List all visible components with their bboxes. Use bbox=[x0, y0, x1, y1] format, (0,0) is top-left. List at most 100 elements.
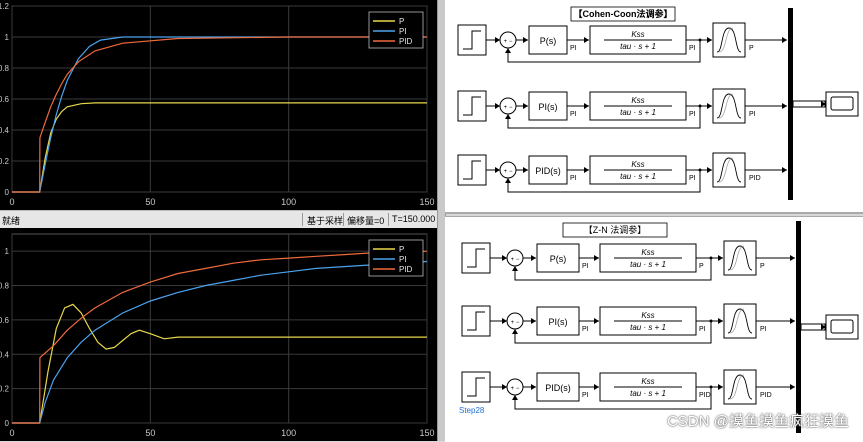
plant-numerator: Kss bbox=[631, 160, 644, 169]
y-tick-label: 0.8 bbox=[0, 64, 10, 73]
controller-label: P(s) bbox=[550, 254, 567, 264]
sum-signs: + − bbox=[504, 39, 513, 45]
x-tick-label: 100 bbox=[281, 428, 296, 438]
arrow-head bbox=[790, 384, 795, 390]
x-tick-label: 0 bbox=[9, 428, 14, 438]
arrow-head bbox=[782, 37, 787, 43]
arrow-head bbox=[502, 318, 507, 324]
feedback-arrow bbox=[512, 395, 518, 400]
plant-output-label: PI bbox=[699, 326, 706, 333]
plant-numerator: Kss bbox=[641, 377, 654, 386]
arrow-head bbox=[594, 384, 599, 390]
x-tick-label: 150 bbox=[419, 197, 434, 207]
simulink-model-zn[interactable]: 【Z-N 法调参】 + − P(s) PI Kss tau · s + 1 P P + − PI(… bbox=[445, 216, 863, 442]
x-tick-label: 0 bbox=[9, 197, 14, 207]
arrow-head bbox=[584, 37, 589, 43]
arrow-head bbox=[531, 255, 536, 261]
controller-label: PID(s) bbox=[535, 166, 561, 176]
plant-numerator: Kss bbox=[631, 96, 644, 105]
y-tick-label: 0.2 bbox=[0, 385, 10, 394]
arrow-head bbox=[495, 167, 500, 173]
feedback-arrow bbox=[505, 114, 511, 119]
delay-output-label: PI bbox=[749, 111, 756, 118]
y-tick-label: 1 bbox=[5, 33, 10, 42]
x-tick-label: 100 bbox=[281, 197, 296, 207]
y-tick-label: 1 bbox=[5, 247, 10, 256]
delay-output-label: P bbox=[749, 45, 754, 52]
controller-label: PI(s) bbox=[539, 102, 558, 112]
controller-output-label: PI bbox=[582, 326, 589, 333]
plant-denominator: tau · s + 1 bbox=[630, 323, 666, 332]
step-block-name: Step28 bbox=[459, 406, 485, 415]
arrow-head bbox=[718, 318, 723, 324]
arrow-head bbox=[707, 103, 712, 109]
y-tick-label: 0.4 bbox=[0, 126, 10, 135]
sum-signs: + − bbox=[511, 257, 520, 263]
arrow-head bbox=[584, 167, 589, 173]
sum-signs: + − bbox=[511, 386, 520, 392]
chart-zn: 0 50 100 150 0 0.2 0.4 0.6 0.8 1 PPIPID bbox=[0, 233, 435, 438]
y-tick-label: 0.6 bbox=[0, 316, 10, 325]
legend-label-pi: PI bbox=[399, 27, 407, 36]
branch-point bbox=[709, 319, 713, 323]
arrow-head bbox=[502, 255, 507, 261]
feedback-arrow bbox=[512, 329, 518, 334]
status-sample-mode: 基于采样 bbox=[307, 216, 344, 226]
scope-status-bar: 就绪 基于采样 偏移量=0 T=150.000 bbox=[0, 210, 437, 230]
y-tick-label: 0 bbox=[5, 419, 10, 428]
x-tick-label: 50 bbox=[145, 428, 155, 438]
controller-label: PID(s) bbox=[545, 383, 571, 393]
y-tick-label: 0.8 bbox=[0, 282, 10, 291]
branch-point bbox=[709, 256, 713, 260]
arrow-head bbox=[531, 318, 536, 324]
diagram-title: 【Cohen-Coon法调参】 bbox=[574, 8, 673, 19]
arrow-head bbox=[782, 167, 787, 173]
arrow-head bbox=[584, 103, 589, 109]
controller-output-label: PI bbox=[582, 392, 589, 399]
y-tick-label: 0 bbox=[5, 188, 10, 197]
status-time: T=150.000 bbox=[392, 214, 436, 224]
plot-frame bbox=[11, 233, 428, 424]
scope-plot-top[interactable]: 0 50 100 150 0 0.2 0.4 0.6 0.8 1 1.2 P PI PID bbox=[0, 0, 437, 210]
series-line-pid bbox=[12, 36, 427, 193]
series-line-pi bbox=[12, 36, 427, 193]
controller-output-label: PI bbox=[582, 263, 589, 270]
arrow-head bbox=[790, 318, 795, 324]
delay-output-label: PID bbox=[760, 392, 772, 399]
plant-denominator: tau · s + 1 bbox=[620, 42, 656, 51]
arrow-head bbox=[523, 167, 528, 173]
controller-label: PI(s) bbox=[549, 317, 568, 327]
plant-output-label: PI bbox=[689, 45, 696, 52]
block-diagram-zn: 【Z-N 法调参】 + − P(s) PI Kss tau · s + 1 P P + − PI(… bbox=[459, 221, 859, 433]
arrow-head bbox=[523, 103, 528, 109]
plant-output-label: PI bbox=[689, 111, 696, 118]
series-line-p bbox=[12, 102, 427, 193]
controller-output-label: PI bbox=[570, 111, 577, 118]
simulink-model-cohen-coon[interactable]: 【Cohen-Coon法调参】 + − P(s) PI Kss tau · s + 1 PI… bbox=[445, 0, 863, 214]
sum-signs: + − bbox=[504, 169, 513, 175]
branch-point bbox=[709, 385, 713, 389]
legend-box bbox=[368, 11, 424, 49]
mux-output-bus bbox=[792, 100, 826, 108]
plant-denominator: tau · s + 1 bbox=[620, 172, 656, 181]
legend-label-pid: PID bbox=[399, 37, 413, 46]
y-tick-label: 0.4 bbox=[0, 350, 10, 359]
y-tick-label: 0.2 bbox=[0, 157, 10, 166]
sum-signs: + − bbox=[511, 320, 520, 326]
plant-numerator: Kss bbox=[641, 248, 654, 257]
legend-box bbox=[368, 239, 424, 277]
y-tick-label: 1.2 bbox=[0, 2, 10, 11]
arrow-head bbox=[718, 255, 723, 261]
branch-point bbox=[698, 104, 702, 108]
status-ready: 就绪 bbox=[2, 216, 21, 226]
delay-output-label: P bbox=[760, 263, 765, 270]
plant-output-label: PI bbox=[689, 175, 696, 182]
legend-label-pi: PI bbox=[399, 255, 407, 264]
delay-output-label: PI bbox=[760, 326, 767, 333]
scope-plot-bottom[interactable]: 0 50 100 150 0 0.2 0.4 0.6 0.8 1 P PI PID bbox=[0, 228, 437, 441]
plant-denominator: tau · s + 1 bbox=[630, 389, 666, 398]
arrow-head bbox=[531, 384, 536, 390]
diagram-title: 【Z-N 法调参】 bbox=[584, 224, 647, 235]
arrow-head bbox=[495, 103, 500, 109]
mux-block bbox=[788, 8, 793, 200]
